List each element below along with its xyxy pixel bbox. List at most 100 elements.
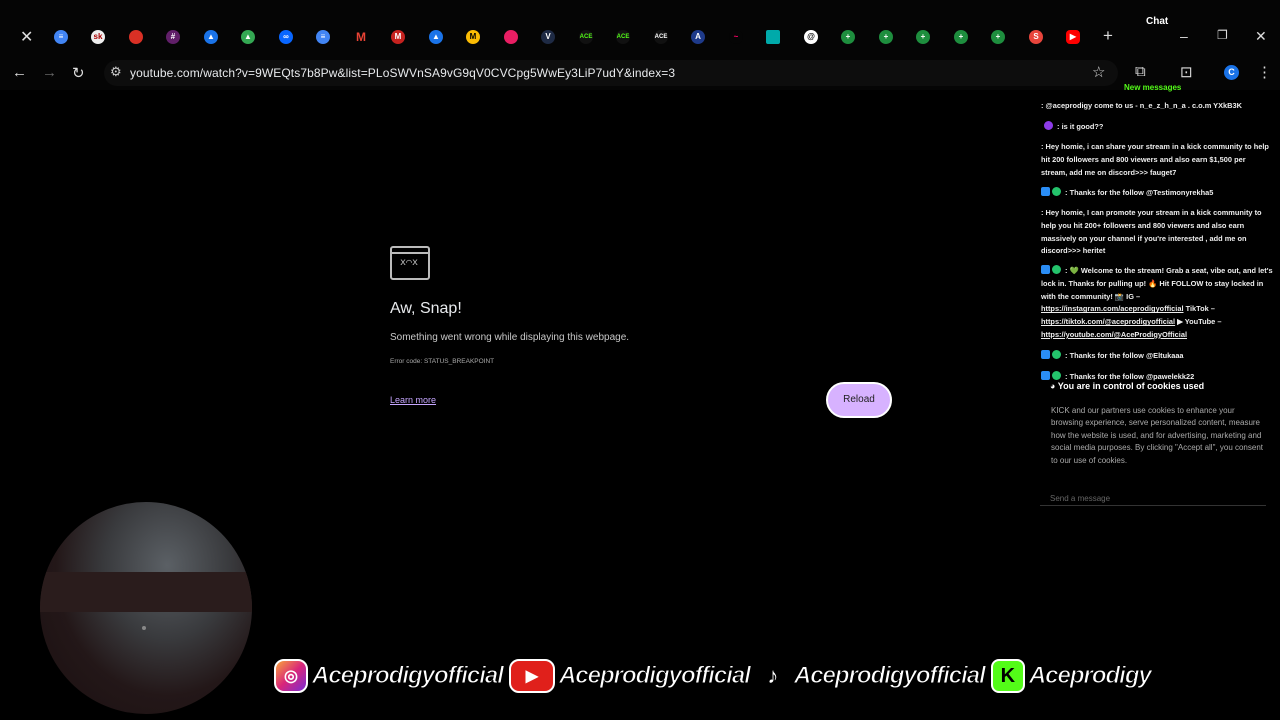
tab-plus-2[interactable]: + — [875, 26, 897, 48]
slack-icon: # — [166, 30, 180, 44]
green-plus-icon: + — [841, 30, 855, 44]
minimize-icon[interactable]: – — [1180, 28, 1188, 44]
bot-badge-icon — [1041, 371, 1050, 380]
tab-pink[interactable] — [500, 26, 522, 48]
docs-icon: ≡ — [54, 30, 68, 44]
v-app-icon: V — [541, 30, 555, 44]
tab-threads[interactable]: @ — [800, 26, 822, 48]
chat-message-text: : 💚 Welcome to the stream! Grab a seat, … — [1041, 266, 1273, 301]
tab-ace-1[interactable]: ACE — [575, 26, 597, 48]
youtube-handle: Aceprodigyofficial — [558, 662, 751, 690]
tab-gmail[interactable]: M — [350, 26, 372, 48]
back-icon[interactable]: ← — [12, 64, 27, 81]
tab-docs[interactable]: ≡ — [50, 26, 72, 48]
tab-plus-5[interactable]: + — [987, 26, 1009, 48]
chat-message-text: : is it good?? — [1055, 122, 1104, 131]
tab-meta[interactable]: ∞ — [275, 26, 297, 48]
reload-icon[interactable]: ↻ — [72, 64, 85, 82]
verified-badge-icon — [1052, 265, 1061, 274]
ace-icon: ACE — [616, 30, 630, 44]
chat-message-text: ▶ YouTube – — [1175, 317, 1222, 327]
chat-message: : Thanks for the follow @Testimonyrekha5 — [1041, 187, 1273, 200]
youtube-icon: ▶ — [1066, 30, 1080, 44]
tab-v[interactable]: V — [537, 26, 559, 48]
reload-button[interactable]: Reload — [826, 382, 892, 418]
error-code: Error code: STATUS_BREAKPOINT — [390, 358, 495, 365]
menu-icon[interactable]: ⋮ — [1257, 63, 1272, 81]
tiktok-handle: Aceprodigyofficial — [793, 662, 986, 690]
youtube-icon: ▶ — [508, 659, 555, 693]
threads-icon: @ — [804, 30, 818, 44]
profile-avatar[interactable]: C — [1224, 65, 1239, 80]
green-plus-icon: + — [991, 30, 1005, 44]
restore-icon[interactable]: ❐ — [1217, 28, 1228, 42]
tab-drive[interactable]: ▲ — [237, 26, 259, 48]
learn-more-link[interactable]: Learn more — [390, 395, 436, 405]
kick-icon: K — [990, 659, 1025, 693]
yellow-app-icon: M — [466, 30, 480, 44]
gmail-icon: M — [354, 30, 368, 44]
close-tab-icon[interactable]: ✕ — [20, 27, 33, 47]
tab-ace-3[interactable]: ACE — [650, 26, 672, 48]
tab-plus-4[interactable]: + — [950, 26, 972, 48]
tab-docs-2[interactable]: ≡ — [312, 26, 334, 48]
instagram-handle: Aceprodigyofficial — [312, 662, 505, 690]
tab-ads-2[interactable]: ▲ — [425, 26, 447, 48]
tab-gmail-2[interactable]: M — [387, 26, 409, 48]
new-tab-icon[interactable]: + — [1103, 26, 1113, 46]
green-plus-icon: + — [879, 30, 893, 44]
tab-s[interactable]: S — [1025, 26, 1047, 48]
youtube-link[interactable]: https://youtube.com/@AceProdigyOfficial — [1041, 330, 1187, 339]
chat-message: : 💚 Welcome to the stream! Grab a seat, … — [1041, 265, 1273, 342]
meta-icon: ∞ — [279, 30, 293, 44]
wave-icon: ~ — [729, 30, 743, 44]
verified-badge-icon — [1052, 371, 1061, 380]
tab-sk[interactable]: sk — [87, 26, 109, 48]
bookmark-star-icon[interactable]: ☆ — [1092, 63, 1105, 81]
cookie-banner-title: ◕ You are in control of cookies used — [1050, 381, 1204, 391]
extensions-icon[interactable]: ⧉ — [1135, 63, 1146, 80]
tab-slack[interactable]: # — [162, 26, 184, 48]
tab-plus-1[interactable]: + — [837, 26, 859, 48]
cookie-title-text: You are in control of cookies used — [1057, 381, 1205, 391]
chat-message-text: : Thanks for the follow @pawelekk22 — [1063, 372, 1195, 381]
chat-window-title: Chat — [1146, 16, 1169, 27]
send-message-input[interactable]: Send a message — [1040, 494, 1266, 506]
tiktok-link[interactable]: https://tiktok.com/@aceprodigyofficial — [1041, 317, 1175, 326]
cast-icon[interactable]: ⊡ — [1180, 63, 1193, 81]
tab-blue-circle[interactable]: A — [687, 26, 709, 48]
verified-badge-icon — [1052, 350, 1061, 359]
green-plus-icon: + — [954, 30, 968, 44]
forward-icon[interactable]: → — [42, 64, 57, 81]
tab-yellow[interactable]: M — [462, 26, 484, 48]
tab-red[interactable] — [125, 26, 147, 48]
sk-icon: sk — [91, 30, 105, 44]
instagram-link[interactable]: https://instagram.com/aceprodigyofficial — [1041, 304, 1184, 313]
tab-ads[interactable]: ▲ — [200, 26, 222, 48]
teal-app-icon — [766, 30, 780, 44]
cookie-banner-text: KICK and our partners use cookies to enh… — [1051, 406, 1264, 465]
tab-wave[interactable]: ~ — [725, 26, 747, 48]
ads-icon: ▲ — [204, 30, 218, 44]
tab-ace-2[interactable]: ACE — [612, 26, 634, 48]
chat-message: : Thanks for the follow @Eltukaaa — [1041, 350, 1273, 363]
bot-badge-icon — [1041, 187, 1050, 196]
window-close-icon[interactable]: ✕ — [1255, 28, 1267, 45]
red-app-icon — [129, 30, 143, 44]
user-badge-icon — [1044, 121, 1053, 130]
tab-youtube[interactable]: ▶ — [1062, 26, 1084, 48]
chat-message: : @aceprodigy come to us - n_e_z_h_n_a .… — [1041, 100, 1273, 113]
pink-app-icon — [504, 30, 518, 44]
chat-message-text: : Thanks for the follow @Eltukaaa — [1063, 351, 1184, 360]
instagram-icon: ◎ — [274, 659, 308, 693]
ads-icon: ▲ — [429, 30, 443, 44]
kick-handle: Aceprodigy — [1028, 662, 1152, 690]
chat-message-text: TikTok – — [1183, 304, 1215, 314]
url-text[interactable]: youtube.com/watch?v=9WEQts7b8Pw&list=PLo… — [130, 66, 675, 80]
tab-plus-3[interactable]: + — [912, 26, 934, 48]
chat-message: : Hey homie, i can share your stream in … — [1041, 141, 1273, 179]
ace-icon: ACE — [654, 30, 668, 44]
new-messages-indicator[interactable]: New messages — [1124, 83, 1181, 92]
tab-teal[interactable] — [762, 26, 784, 48]
site-info-icon[interactable]: ⚙ — [110, 64, 122, 80]
